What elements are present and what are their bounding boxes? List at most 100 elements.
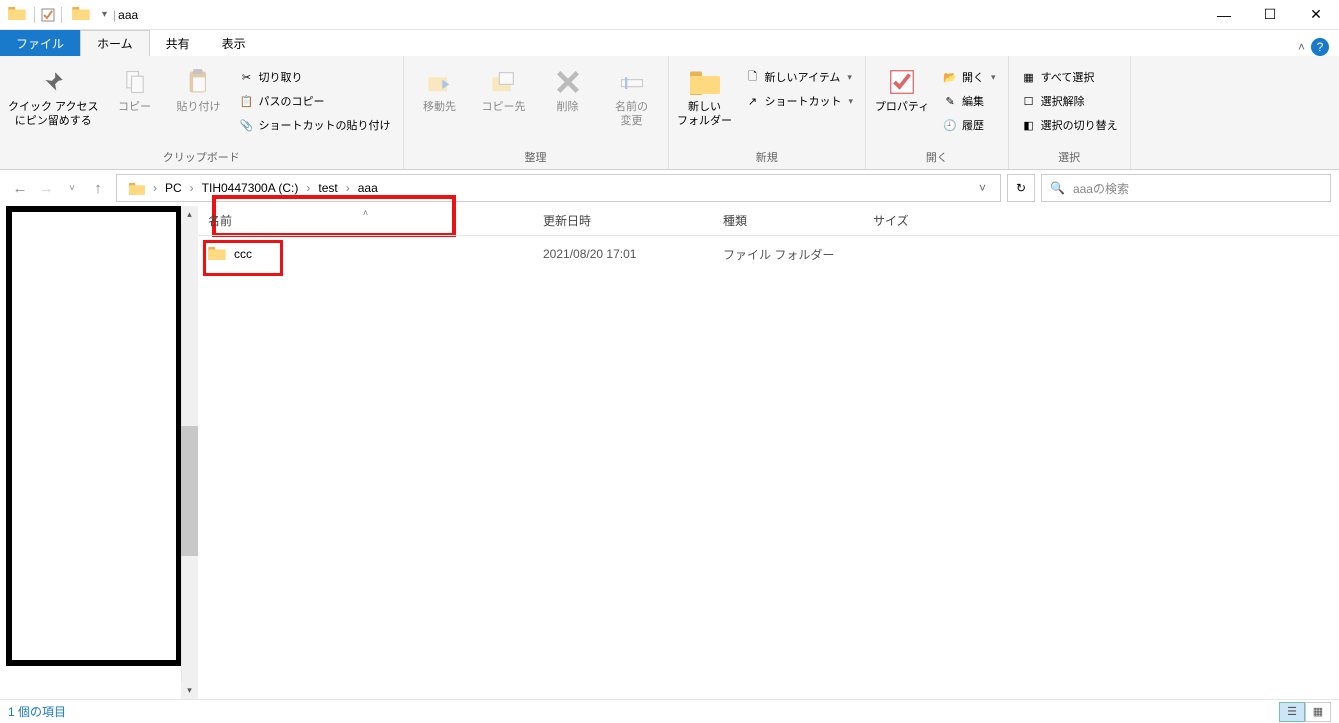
title-bar: ▾ | aaa — ☐ ✕ bbox=[0, 0, 1339, 30]
refresh-button[interactable]: ↻ bbox=[1007, 174, 1035, 202]
column-name[interactable]: ˄名前 bbox=[198, 212, 533, 229]
ribbon-group-new: 新しい フォルダー 🗋新しいアイテム▾ ↗ショートカット▾ 新規 bbox=[669, 56, 867, 169]
moveto-button[interactable]: 移動先 bbox=[412, 66, 468, 114]
copy-button[interactable]: コピー bbox=[107, 66, 163, 114]
annotation-item-highlight bbox=[203, 240, 283, 276]
invert-icon: ◧ bbox=[1021, 117, 1037, 133]
rename-button[interactable]: 名前の 変更 bbox=[604, 66, 660, 129]
ribbon-group-select: ▦すべて選択 ☐選択解除 ◧選択の切り替え 選択 bbox=[1009, 56, 1131, 169]
history-icon: 🕘 bbox=[942, 117, 958, 133]
moveto-icon bbox=[424, 66, 456, 98]
up-button[interactable]: ↑ bbox=[86, 176, 110, 200]
cut-button[interactable]: ✂切り取り bbox=[235, 66, 395, 88]
group-label: 選択 bbox=[1017, 147, 1122, 169]
new-item-button[interactable]: 🗋新しいアイテム▾ bbox=[741, 66, 858, 88]
select-none-button[interactable]: ☐選択解除 bbox=[1017, 90, 1122, 112]
edit-button[interactable]: ✎編集 bbox=[938, 90, 1000, 112]
forward-button[interactable]: → bbox=[34, 176, 58, 200]
chevron-right-icon[interactable]: › bbox=[344, 181, 352, 195]
address-bar[interactable]: › PC › TIH0447300A (C:) › test › aaa ˅ bbox=[116, 174, 1001, 202]
column-header: ˄名前 更新日時 種類 サイズ bbox=[198, 206, 1339, 236]
help-icon[interactable]: ? bbox=[1311, 38, 1329, 56]
tab-home[interactable]: ホーム bbox=[80, 30, 150, 56]
separator bbox=[34, 7, 35, 23]
group-label: 開く bbox=[874, 147, 1000, 169]
copyto-button[interactable]: コピー先 bbox=[476, 66, 532, 114]
ribbon: クイック アクセス にピン留めする コピー 貼り付け ✂切り取り 📋パスのコピー… bbox=[0, 56, 1339, 170]
ribbon-group-clipboard: クイック アクセス にピン留めする コピー 貼り付け ✂切り取り 📋パスのコピー… bbox=[0, 56, 404, 169]
open-button[interactable]: 📂開く▾ bbox=[938, 66, 1000, 88]
delete-icon bbox=[552, 66, 584, 98]
paste-shortcut-button[interactable]: 📎ショートカットの貼り付け bbox=[235, 114, 395, 136]
column-date[interactable]: 更新日時 bbox=[533, 212, 713, 229]
quick-access-toolbar bbox=[37, 4, 59, 26]
column-size[interactable]: サイズ bbox=[863, 212, 983, 229]
ribbon-group-open: プロパティ 📂開く▾ ✎編集 🕘履歴 開く bbox=[866, 56, 1009, 169]
pasteshortcut-icon: 📎 bbox=[239, 117, 255, 133]
maximize-button[interactable]: ☐ bbox=[1247, 0, 1293, 30]
back-button[interactable]: ← bbox=[8, 176, 32, 200]
file-type: ファイル フォルダー bbox=[713, 246, 863, 263]
breadcrumb-pc[interactable]: PC bbox=[159, 175, 188, 201]
paste-button[interactable]: 貼り付け bbox=[171, 66, 227, 114]
shortcut-icon: ↗ bbox=[745, 93, 761, 109]
copypath-icon: 📋 bbox=[239, 93, 255, 109]
address-dropdown-icon[interactable]: ˅ bbox=[971, 181, 994, 195]
separator bbox=[61, 7, 62, 23]
delete-button[interactable]: 削除 bbox=[540, 66, 596, 114]
close-button[interactable]: ✕ bbox=[1293, 0, 1339, 30]
properties-button[interactable]: プロパティ bbox=[874, 66, 930, 114]
status-text: 1 個の項目 bbox=[8, 703, 66, 720]
pin-quickaccess-button[interactable]: クイック アクセス にピン留めする bbox=[8, 66, 99, 129]
open-icon: 📂 bbox=[942, 69, 958, 85]
paste-icon bbox=[183, 66, 215, 98]
column-type[interactable]: 種類 bbox=[713, 212, 863, 229]
breadcrumb-drive[interactable]: TIH0447300A (C:) bbox=[196, 175, 305, 201]
tab-view[interactable]: 表示 bbox=[206, 30, 262, 56]
copy-path-button[interactable]: 📋パスのコピー bbox=[235, 90, 395, 112]
file-date: 2021/08/20 17:01 bbox=[533, 247, 713, 261]
paste-label: 貼り付け bbox=[177, 100, 221, 114]
file-row[interactable]: ccc 2021/08/20 17:01 ファイル フォルダー bbox=[198, 236, 1339, 272]
window-title: aaa bbox=[118, 8, 138, 22]
selectall-icon: ▦ bbox=[1021, 69, 1037, 85]
invert-selection-button[interactable]: ◧選択の切り替え bbox=[1017, 114, 1122, 136]
properties-icon bbox=[886, 66, 918, 98]
scroll-up-icon[interactable]: ▴ bbox=[181, 206, 198, 223]
sort-indicator-icon: ˄ bbox=[363, 208, 368, 218]
status-bar: 1 個の項目 ☰ ▦ bbox=[0, 699, 1339, 723]
newitem-icon: 🗋 bbox=[745, 69, 761, 85]
qat-dropdown-icon[interactable]: ▾ bbox=[102, 9, 107, 20]
new-folder-button[interactable]: 新しい フォルダー bbox=[677, 66, 733, 129]
qat-properties-icon[interactable] bbox=[37, 4, 59, 26]
chevron-right-icon[interactable]: › bbox=[188, 181, 196, 195]
search-icon: 🔍 bbox=[1050, 181, 1065, 195]
collapse-ribbon-icon[interactable]: ˄ bbox=[1298, 40, 1305, 54]
scroll-thumb[interactable] bbox=[181, 426, 198, 556]
view-largeicons-button[interactable]: ▦ bbox=[1305, 702, 1331, 722]
history-button[interactable]: 🕘履歴 bbox=[938, 114, 1000, 136]
view-details-button[interactable]: ☰ bbox=[1279, 702, 1305, 722]
annotation-redacted-navpane bbox=[6, 206, 182, 666]
search-box[interactable]: 🔍 aaaの検索 bbox=[1041, 174, 1331, 202]
search-placeholder: aaaの検索 bbox=[1073, 180, 1129, 197]
copyto-icon bbox=[488, 66, 520, 98]
minimize-button[interactable]: — bbox=[1201, 0, 1247, 30]
folder-icon bbox=[123, 175, 151, 201]
tab-file[interactable]: ファイル bbox=[0, 30, 80, 56]
scroll-down-icon[interactable]: ▾ bbox=[181, 682, 198, 699]
ribbon-tabs: ファイル ホーム 共有 表示 ˄ ? bbox=[0, 30, 1339, 56]
chevron-right-icon[interactable]: › bbox=[304, 181, 312, 195]
tab-share[interactable]: 共有 bbox=[150, 30, 206, 56]
shortcut-button[interactable]: ↗ショートカット▾ bbox=[741, 90, 858, 112]
newfolder-icon bbox=[689, 66, 721, 98]
breadcrumb-folder1[interactable]: test bbox=[312, 175, 343, 201]
separator: | bbox=[113, 8, 116, 22]
content-area: ▴ ▾ ˄名前 更新日時 種類 サイズ ccc 2021/08/20 17:01… bbox=[0, 206, 1339, 699]
chevron-right-icon[interactable]: › bbox=[151, 181, 159, 195]
select-all-button[interactable]: ▦すべて選択 bbox=[1017, 66, 1122, 88]
navigation-pane[interactable]: ▴ ▾ bbox=[0, 206, 198, 699]
recent-dropdown[interactable]: ˅ bbox=[60, 176, 84, 200]
navigation-row: ← → ˅ ↑ › PC › TIH0447300A (C:) › test ›… bbox=[0, 170, 1339, 206]
breadcrumb-folder2[interactable]: aaa bbox=[352, 175, 384, 201]
